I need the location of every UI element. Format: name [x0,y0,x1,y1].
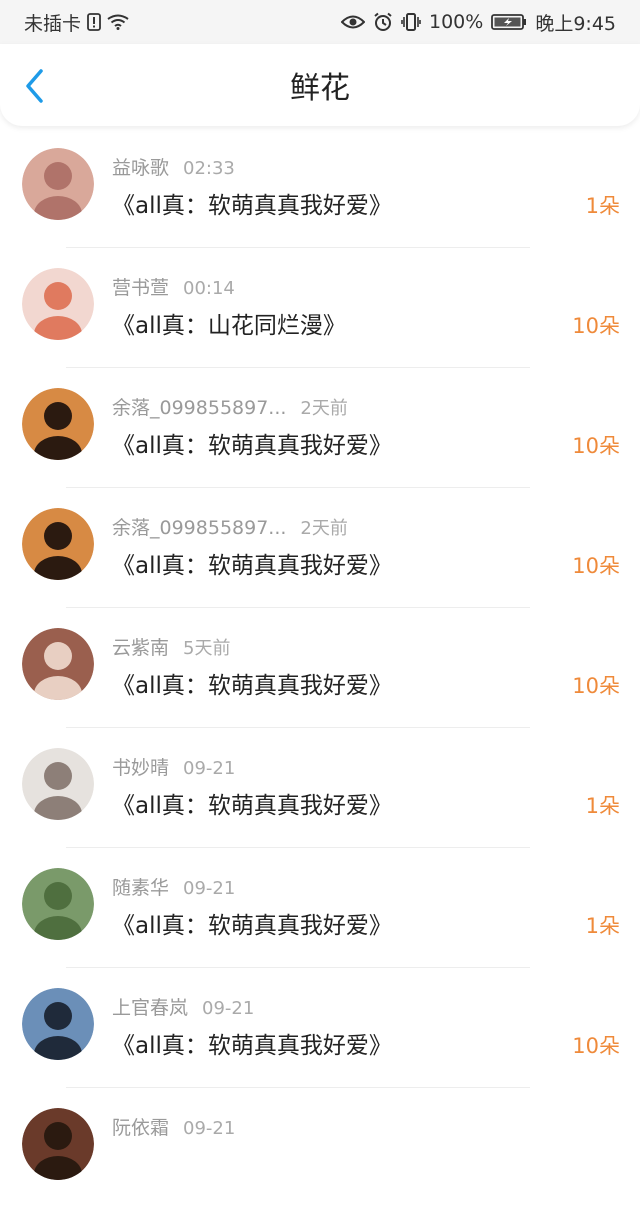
send-time: 5天前 [183,638,231,659]
sender-name[interactable]: 余落_099855897... [112,397,286,419]
flower-count: 10朵 [572,314,620,338]
sender-name[interactable]: 阮依霜 [112,1117,169,1139]
sender-meta: 益咏歌 02:33 [112,153,235,180]
list-item[interactable]: 余落_099855897... 2天前 《all真：软萌真真我好爱》 10朵 [0,368,640,488]
list-item[interactable]: 上官春岚 09-21 《all真：软萌真真我好爱》 10朵 [0,968,640,1088]
avatar[interactable] [22,148,94,220]
battery-text: 100% [429,11,484,33]
sender-name[interactable]: 营书萱 [112,277,169,299]
book-title[interactable]: 《all真：软萌真真我好爱》 [112,666,392,700]
send-time: 02:33 [183,158,235,179]
list-item[interactable]: 益咏歌 02:33 《all真：软萌真真我好爱》 1朵 [0,128,640,248]
book-title[interactable]: 《all真：软萌真真我好爱》 [112,546,392,580]
sender-name[interactable]: 余落_099855897... [112,517,286,539]
flower-count: 10朵 [572,554,620,578]
list-item[interactable]: 书妙晴 09-21 《all真：软萌真真我好爱》 1朵 [0,728,640,848]
sender-meta: 阮依霜 09-21 [112,1113,235,1140]
flower-count: 1朵 [585,794,620,818]
avatar[interactable] [22,988,94,1060]
list-item[interactable]: 余落_099855897... 2天前 《all真：软萌真真我好爱》 10朵 [0,488,640,608]
sender-meta: 随素华 09-21 [112,873,235,900]
sender-meta: 余落_099855897... 2天前 [112,513,348,540]
sim-alert-icon [87,13,101,31]
send-time: 09-21 [183,878,236,899]
book-title[interactable]: 《all真：软萌真真我好爱》 [112,426,392,460]
status-bar: 未插卡 100% 晚上9:45 [0,0,640,44]
sender-name[interactable]: 书妙晴 [112,757,169,779]
sender-meta: 上官春岚 09-21 [112,993,254,1020]
send-time: 09-21 [202,998,255,1019]
list-item[interactable]: 云紫南 5天前 《all真：软萌真真我好爱》 10朵 [0,608,640,728]
status-right: 100% 晚上9:45 [341,0,616,44]
status-left: 未插卡 [24,0,129,44]
book-title[interactable]: 《all真：软萌真真我好爱》 [112,906,392,940]
sender-meta: 营书萱 00:14 [112,273,235,300]
avatar[interactable] [22,628,94,700]
vibrate-icon [401,12,421,32]
clock-text: 晚上9:45 [535,12,616,35]
list-item[interactable]: 营书萱 00:14 《all真：山花同烂漫》 10朵 [0,248,640,368]
page-title: 鲜花 [290,71,350,106]
eye-icon [341,14,365,30]
avatar[interactable] [22,748,94,820]
book-title[interactable]: 《all真：山花同烂漫》 [112,306,346,340]
book-title[interactable]: 《all真：软萌真真我好爱》 [112,186,392,220]
avatar[interactable] [22,508,94,580]
avatar[interactable] [22,1108,94,1180]
send-time: 09-21 [183,758,236,779]
sender-name[interactable]: 云紫南 [112,637,169,659]
sender-meta: 书妙晴 09-21 [112,753,235,780]
send-time: 2天前 [300,398,348,419]
send-time: 2天前 [300,518,348,539]
sender-name[interactable]: 随素华 [112,877,169,899]
carrier-text: 未插卡 [24,12,82,35]
send-time: 00:14 [183,278,235,299]
nav-header: 鲜花 [0,44,640,126]
list-item[interactable]: 随素华 09-21 《all真：软萌真真我好爱》 1朵 [0,848,640,968]
battery-charging-icon [491,13,527,31]
flower-count: 10朵 [572,434,620,458]
sender-meta: 余落_099855897... 2天前 [112,393,348,420]
sender-meta: 云紫南 5天前 [112,633,230,660]
book-title[interactable]: 《all真：软萌真真我好爱》 [112,786,392,820]
flower-gift-list: 益咏歌 02:33 《all真：软萌真真我好爱》 1朵 营书萱 00:14 《all… [0,128,640,1208]
list-item[interactable]: 阮依霜 09-21 [0,1088,640,1208]
book-title[interactable]: 《all真：软萌真真我好爱》 [112,1026,392,1060]
avatar[interactable] [22,268,94,340]
avatar[interactable] [22,868,94,940]
send-time: 09-21 [183,1118,236,1139]
flower-count: 1朵 [585,914,620,938]
sender-name[interactable]: 上官春岚 [112,997,188,1019]
alarm-icon [373,12,393,32]
flower-count: 1朵 [585,194,620,218]
flower-count: 10朵 [572,674,620,698]
sender-name[interactable]: 益咏歌 [112,157,169,179]
wifi-icon [107,14,129,30]
avatar[interactable] [22,388,94,460]
flower-count: 10朵 [572,1034,620,1058]
